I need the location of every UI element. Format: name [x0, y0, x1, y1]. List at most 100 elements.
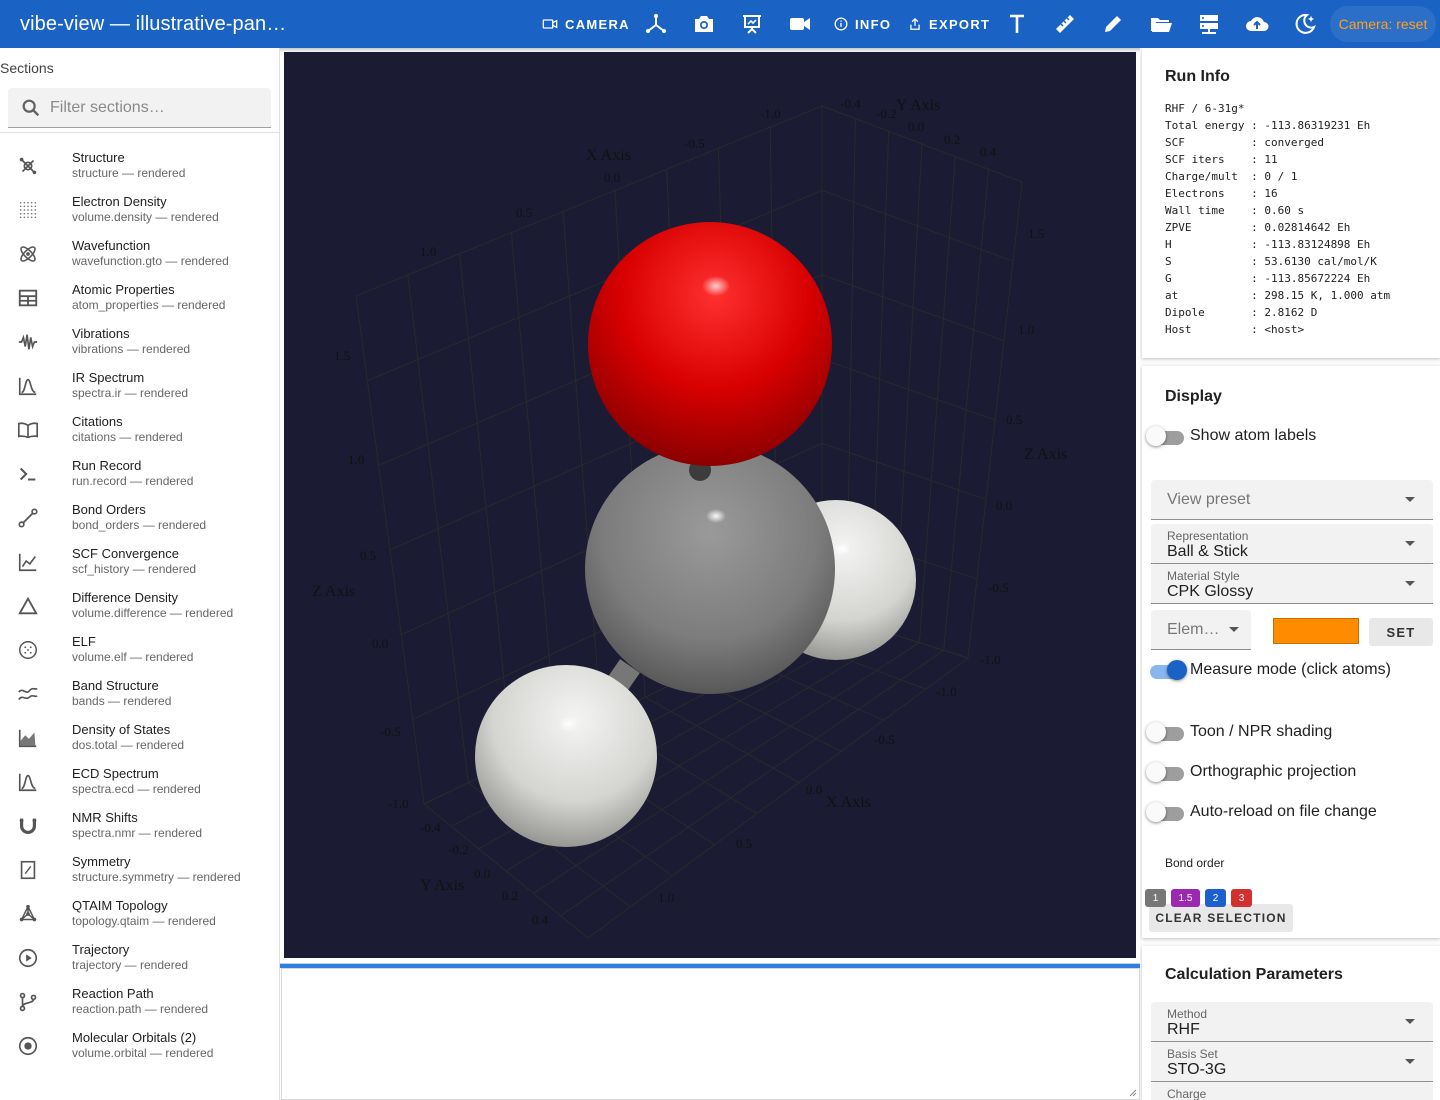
- material-style-value: CPK Glossy: [1167, 583, 1254, 600]
- text-tool-button[interactable]: [1005, 12, 1029, 36]
- atom-c[interactable]: [585, 444, 835, 694]
- tick-label: -1.0: [980, 652, 1001, 667]
- presentation-button[interactable]: [740, 12, 764, 36]
- screenshot-button[interactable]: [692, 12, 716, 36]
- sidebar-item-bond-orders[interactable]: Bond Orders bond_orders — rendered: [0, 496, 279, 540]
- sidebar-item-citations[interactable]: Citations citations — rendered: [0, 408, 279, 452]
- element-color-swatch[interactable]: [1273, 618, 1359, 644]
- sidebar-item-atomic-properties[interactable]: Atomic Properties atom_properties — rende…: [0, 276, 279, 320]
- tick-label: 0.0: [996, 498, 1012, 513]
- bond-order-chip[interactable]: 2: [1205, 889, 1226, 907]
- sidebar-heading: Sections: [0, 60, 54, 76]
- tick-label: -1.0: [388, 796, 409, 811]
- auto-reload-toggle[interactable]: Auto-reload on file change: [1145, 802, 1435, 826]
- x-axis-title: X Axis: [586, 147, 631, 164]
- magnet-icon: [17, 815, 39, 837]
- sidebar-item-difference-density[interactable]: Difference Density volume.difference — re…: [0, 584, 279, 628]
- molecule-viewer[interactable]: -1.0 -0.5 0.0 0.5 1.0 -0.4 -0.2 0.0 0.2 0.4 1.5 1.0…: [284, 52, 1136, 958]
- bond-order-chip[interactable]: 3: [1231, 889, 1252, 907]
- sidebar-item-electron-density[interactable]: Electron Density volume.density — rendere…: [0, 188, 279, 232]
- run-info-line: S : 53.6130 cal/mol/K: [1165, 255, 1377, 268]
- sidebar-item-run-record[interactable]: Run Record run.record — rendered: [0, 452, 279, 496]
- tick-label: 1.0: [1018, 322, 1034, 337]
- basis-set-select[interactable]: Basis Set STO-3G: [1151, 1042, 1433, 1082]
- sidebar-item-symmetry[interactable]: Symmetry structure.symmetry — rendered: [0, 848, 279, 892]
- export-label: EXPORT: [929, 16, 991, 32]
- atom-h1[interactable]: [475, 665, 657, 847]
- sidebar-item-density-of-states[interactable]: Density of States dos.total — rendered: [0, 716, 279, 760]
- section-filter-input[interactable]: [50, 88, 260, 128]
- sidebar-item-ir-spectrum[interactable]: IR Spectrum spectra.ir — rendered: [0, 364, 279, 408]
- basis-set-caption: Basis Set: [1167, 1047, 1218, 1061]
- sidebar-item-trajectory[interactable]: Trajectory trajectory — rendered: [0, 936, 279, 980]
- 3d-scene[interactable]: -1.0 -0.5 0.0 0.5 1.0 -0.4 -0.2 0.0 0.2 0.4 1.5 1.0…: [284, 52, 1136, 958]
- sidebar-item-subtitle: spectra.nmr — rendered: [72, 826, 203, 840]
- sidebar-item-band-structure[interactable]: Band Structure bands — rendered: [0, 672, 279, 716]
- sidebar-item-elf[interactable]: ELF volume.elf — rendered: [0, 628, 279, 672]
- run-info-text: RHF / 6-31g* Total energy : -113.86319231…: [1165, 100, 1390, 338]
- tick-label: 0.4: [980, 144, 997, 159]
- sidebar-item-title: QTAIM Topology: [72, 898, 168, 913]
- clear-selection-button[interactable]: CLEAR SELECTION: [1149, 904, 1293, 932]
- draw-button[interactable]: [1101, 12, 1125, 36]
- axes-button[interactable]: [644, 12, 668, 36]
- triangle-icon: [17, 595, 39, 617]
- atom-o[interactable]: [588, 222, 832, 466]
- bond-order-chip[interactable]: 1: [1145, 889, 1166, 907]
- tick-label: -0.2: [448, 842, 469, 857]
- sidebar-item-title: Difference Density: [72, 590, 178, 605]
- server-button[interactable]: [1197, 12, 1221, 36]
- tick-label: 1.5: [1028, 226, 1044, 241]
- run-info-line: SCF : converged: [1165, 136, 1324, 149]
- sidebar-item-nmr-shifts[interactable]: NMR Shifts spectra.nmr — rendered: [0, 804, 279, 848]
- sidebar-item-qtaim-topology[interactable]: QTAIM Topology topology.qtaim — rendered: [0, 892, 279, 936]
- record-button[interactable]: [788, 12, 812, 36]
- element-select[interactable]: Elem…: [1151, 610, 1251, 650]
- resize-grip-icon[interactable]: [1129, 1089, 1137, 1097]
- sidebar-item-molecular-orbitals-2[interactable]: Molecular Orbitals (2) volume.orbital — r…: [0, 1024, 279, 1068]
- folder-open-icon: [1151, 18, 1172, 32]
- charge-field[interactable]: Charge: [1151, 1082, 1433, 1100]
- view-preset-placeholder: View preset: [1167, 491, 1251, 508]
- sidebar-item-subtitle: wavefunction.gto — rendered: [72, 254, 229, 268]
- sidebar-item-subtitle: spectra.ecd — rendered: [72, 782, 201, 796]
- show-atom-labels-toggle[interactable]: Show atom labels: [1145, 426, 1435, 450]
- sidebar-item-subtitle: topology.qtaim — rendered: [72, 914, 216, 928]
- sidebar-item-title: Bond Orders: [72, 502, 146, 517]
- toggle-knob: [1167, 660, 1187, 680]
- run-info-line: SCF iters : 11: [1165, 153, 1278, 166]
- orthographic-toggle[interactable]: Orthographic projection: [1145, 762, 1435, 786]
- toon-shading-toggle[interactable]: Toon / NPR shading: [1145, 722, 1435, 746]
- camera-status-chip[interactable]: Camera: reset: [1330, 6, 1436, 42]
- material-style-select[interactable]: Material Style CPK Glossy: [1151, 564, 1433, 604]
- sidebar-item-ecd-spectrum[interactable]: ECD Spectrum spectra.ecd — rendered: [0, 760, 279, 804]
- output-console[interactable]: [281, 968, 1140, 1100]
- upload-button[interactable]: [1245, 12, 1269, 36]
- ruler-button[interactable]: [1053, 12, 1077, 36]
- auto-reload-label: Auto-reload on file change: [1190, 803, 1377, 820]
- view-preset-select[interactable]: View preset: [1151, 480, 1433, 520]
- sidebar-item-reaction-path[interactable]: Reaction Path reaction.path — rendered: [0, 980, 279, 1024]
- sidebar-item-wavefunction[interactable]: Wavefunction wavefunction.gto — rendered: [0, 232, 279, 276]
- sidebar-item-title: Vibrations: [72, 326, 130, 341]
- video-record-icon: [790, 18, 810, 30]
- measure-mode-toggle[interactable]: Measure mode (click atoms): [1145, 660, 1435, 684]
- method-select[interactable]: Method RHF: [1151, 1002, 1433, 1042]
- set-color-button[interactable]: SET: [1369, 618, 1433, 646]
- sidebar-item-structure[interactable]: Structure structure — rendered: [0, 144, 279, 188]
- representation-select[interactable]: Representation Ball & Stick: [1151, 524, 1433, 564]
- app-bar: vibe-view — illustrative-pan… CAMERA INF…: [0, 0, 1440, 48]
- export-button[interactable]: EXPORT: [908, 0, 990, 48]
- theme-night-icon: [1295, 13, 1316, 34]
- bond-order-chip[interactable]: 1.5: [1171, 889, 1200, 907]
- info-button[interactable]: INFO: [834, 0, 891, 48]
- open-file-button[interactable]: [1149, 12, 1173, 36]
- z-axis-title-left: Z Axis: [312, 583, 355, 600]
- toggle-knob: [1146, 426, 1166, 446]
- sidebar-item-scf-convergence[interactable]: SCF Convergence scf_history — rendered: [0, 540, 279, 584]
- basis-set-value: STO-3G: [1167, 1061, 1227, 1078]
- sidebar-item-vibrations[interactable]: Vibrations vibrations — rendered: [0, 320, 279, 364]
- symmetry-icon: [17, 859, 39, 881]
- theme-button[interactable]: [1293, 12, 1317, 36]
- camera-button[interactable]: CAMERA: [542, 0, 630, 48]
